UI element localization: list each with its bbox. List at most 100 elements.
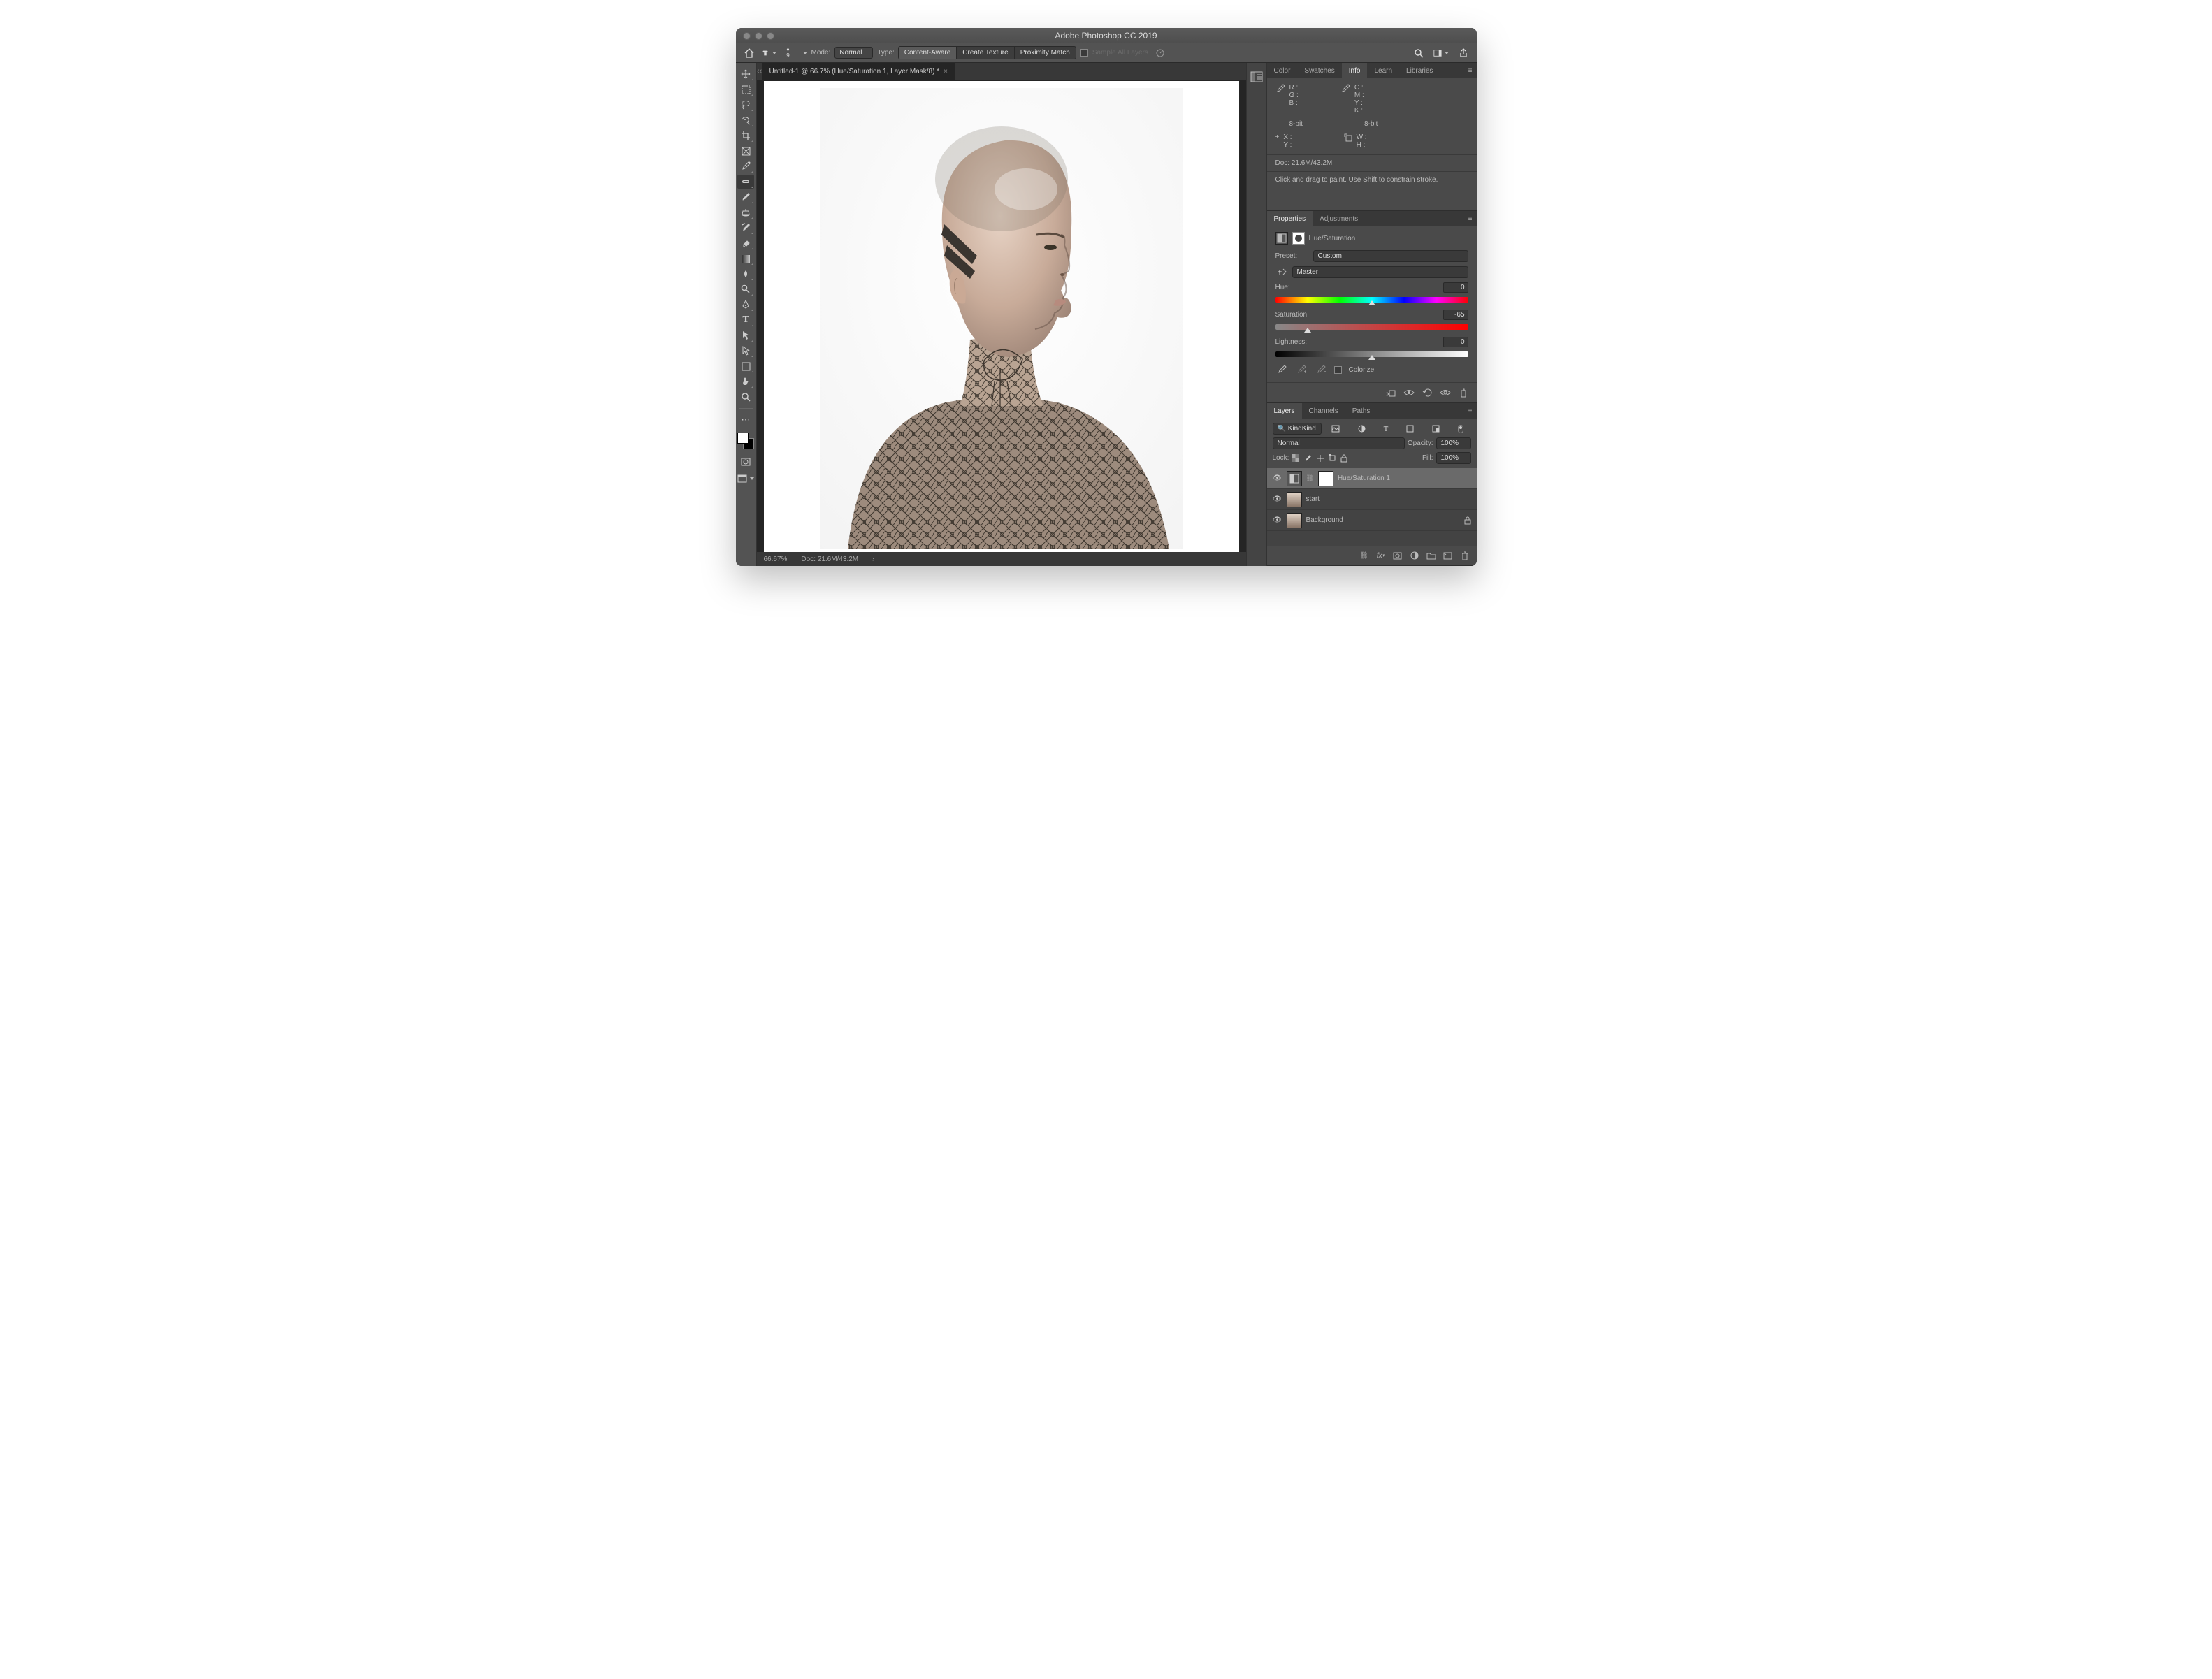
layer-row[interactable]: 👁 start bbox=[1267, 489, 1477, 510]
tab-adjustments[interactable]: Adjustments bbox=[1313, 211, 1365, 226]
tab-swatches[interactable]: Swatches bbox=[1297, 63, 1341, 78]
link-layers-icon[interactable]: ⛓ bbox=[1358, 550, 1371, 561]
layer-name[interactable]: Hue/Saturation 1 bbox=[1338, 474, 1390, 482]
delete-layer-icon[interactable] bbox=[1459, 550, 1471, 561]
panel-menu-icon[interactable]: ≡ bbox=[1464, 63, 1477, 78]
filter-adjust-icon[interactable] bbox=[1358, 425, 1366, 433]
tab-color[interactable]: Color bbox=[1267, 63, 1298, 78]
filter-pixel-icon[interactable] bbox=[1331, 425, 1340, 433]
targeted-adjust-icon[interactable] bbox=[1275, 267, 1288, 278]
canvas[interactable] bbox=[764, 81, 1239, 552]
colorize-checkbox[interactable] bbox=[1334, 366, 1342, 374]
color-swatches[interactable] bbox=[737, 433, 754, 449]
healing-brush-tool[interactable] bbox=[737, 175, 754, 189]
history-brush-tool[interactable] bbox=[737, 221, 754, 235]
layer-filter-select[interactable]: 🔍 KindKind bbox=[1273, 423, 1322, 435]
zoom-tool[interactable] bbox=[737, 390, 754, 404]
add-mask-icon[interactable] bbox=[1391, 550, 1404, 561]
tab-channels[interactable]: Channels bbox=[1302, 403, 1345, 419]
eyedropper-subtract-icon[interactable] bbox=[1315, 364, 1327, 375]
blur-tool[interactable] bbox=[737, 267, 754, 281]
blend-mode-select[interactable]: Normal bbox=[834, 47, 873, 59]
status-chevron-icon[interactable]: › bbox=[872, 555, 874, 563]
view-previous-icon[interactable] bbox=[1439, 387, 1452, 398]
search-icon[interactable] bbox=[1411, 45, 1426, 61]
direct-select-tool[interactable] bbox=[737, 344, 754, 358]
sample-all-layers-checkbox[interactable] bbox=[1080, 49, 1088, 57]
layer-blend-select[interactable]: Normal bbox=[1273, 437, 1405, 449]
lightness-input[interactable] bbox=[1443, 337, 1468, 347]
type-tool[interactable]: T bbox=[737, 313, 754, 327]
brush-picker-chevron[interactable] bbox=[800, 49, 807, 57]
layer-name[interactable]: start bbox=[1306, 495, 1320, 503]
layer-visibility-icon[interactable]: 👁 bbox=[1273, 474, 1282, 482]
fx-icon[interactable]: fx▾ bbox=[1375, 550, 1387, 561]
lock-artboard-icon[interactable] bbox=[1329, 454, 1336, 462]
saturation-slider[interactable] bbox=[1275, 324, 1468, 330]
close-tab-icon[interactable]: × bbox=[944, 68, 948, 75]
lock-all-icon[interactable] bbox=[1340, 454, 1347, 463]
path-select-tool[interactable] bbox=[737, 328, 754, 342]
fill-input[interactable]: 100% bbox=[1436, 452, 1471, 464]
share-icon[interactable] bbox=[1456, 45, 1471, 61]
reset-icon[interactable] bbox=[1421, 387, 1433, 398]
clip-to-layer-icon[interactable] bbox=[1385, 387, 1397, 398]
toggle-visibility-icon[interactable] bbox=[1403, 387, 1415, 398]
frame-tool[interactable] bbox=[737, 144, 754, 158]
tab-layers[interactable]: Layers bbox=[1267, 403, 1302, 419]
clone-stamp-tool[interactable] bbox=[737, 205, 754, 219]
opacity-input[interactable]: 100% bbox=[1436, 437, 1471, 449]
layer-mask-thumb[interactable] bbox=[1318, 471, 1333, 486]
saturation-input[interactable] bbox=[1443, 310, 1468, 320]
lock-position-icon[interactable] bbox=[1316, 454, 1324, 463]
type-create-texture[interactable]: Create Texture bbox=[956, 46, 1014, 59]
shape-tool[interactable] bbox=[737, 359, 754, 373]
mask-icon[interactable] bbox=[1292, 232, 1305, 245]
layer-visibility-icon[interactable]: 👁 bbox=[1273, 495, 1282, 503]
layer-row[interactable]: 👁 ⛓ Hue/Saturation 1 bbox=[1267, 468, 1477, 489]
gradient-tool[interactable] bbox=[737, 252, 754, 266]
layer-visibility-icon[interactable]: 👁 bbox=[1273, 516, 1282, 524]
type-proximity-match[interactable]: Proximity Match bbox=[1014, 46, 1076, 59]
crop-tool[interactable] bbox=[737, 129, 754, 143]
tab-info[interactable]: Info bbox=[1342, 63, 1368, 78]
panel-menu-icon[interactable]: ≡ bbox=[1464, 403, 1477, 419]
eyedropper-tool[interactable] bbox=[737, 159, 754, 173]
edit-toolbar-icon[interactable]: ⋯ bbox=[737, 413, 754, 427]
screenmode-icon[interactable] bbox=[737, 472, 754, 486]
lightness-slider[interactable] bbox=[1275, 351, 1468, 357]
new-layer-icon[interactable] bbox=[1442, 550, 1454, 561]
filter-smart-icon[interactable] bbox=[1432, 425, 1440, 433]
zoom-level[interactable]: 66.67% bbox=[764, 555, 788, 563]
pen-tool[interactable] bbox=[737, 298, 754, 312]
layer-row[interactable]: 👁 Background bbox=[1267, 510, 1477, 531]
dodge-tool[interactable] bbox=[737, 282, 754, 296]
quickmask-icon[interactable] bbox=[737, 455, 754, 469]
tab-properties[interactable]: Properties bbox=[1267, 211, 1313, 226]
filter-toggle-icon[interactable] bbox=[1458, 425, 1463, 433]
type-content-aware[interactable]: Content-Aware bbox=[898, 46, 957, 59]
move-tool[interactable] bbox=[737, 67, 754, 81]
eyedropper-add-icon[interactable] bbox=[1295, 364, 1308, 375]
lock-trans-icon[interactable] bbox=[1292, 454, 1299, 462]
document-tab[interactable]: Untitled-1 @ 66.7% (Hue/Saturation 1, La… bbox=[762, 63, 955, 80]
new-adjustment-icon[interactable] bbox=[1408, 550, 1421, 561]
workspace-switcher-icon[interactable] bbox=[1433, 45, 1449, 61]
color-range-select[interactable]: Master bbox=[1292, 266, 1468, 278]
lasso-tool[interactable] bbox=[737, 98, 754, 112]
eyedropper-set-icon[interactable] bbox=[1275, 364, 1288, 375]
hue-slider[interactable] bbox=[1275, 297, 1468, 303]
layer-name[interactable]: Background bbox=[1306, 516, 1343, 524]
brush-preview[interactable]: • 9 bbox=[781, 45, 796, 61]
filter-type-icon[interactable]: T bbox=[1384, 425, 1389, 433]
quick-select-tool[interactable] bbox=[737, 113, 754, 127]
tool-preset-icon[interactable] bbox=[761, 45, 776, 61]
marquee-tool[interactable] bbox=[737, 82, 754, 96]
tab-scroll-left[interactable]: ‹‹ bbox=[757, 67, 762, 75]
hue-input[interactable] bbox=[1443, 282, 1468, 293]
panel-menu-icon[interactable]: ≡ bbox=[1464, 211, 1477, 226]
hand-tool[interactable] bbox=[737, 375, 754, 388]
history-panel-icon[interactable] bbox=[1248, 67, 1265, 87]
tab-libraries[interactable]: Libraries bbox=[1399, 63, 1440, 78]
home-button[interactable] bbox=[742, 45, 757, 61]
